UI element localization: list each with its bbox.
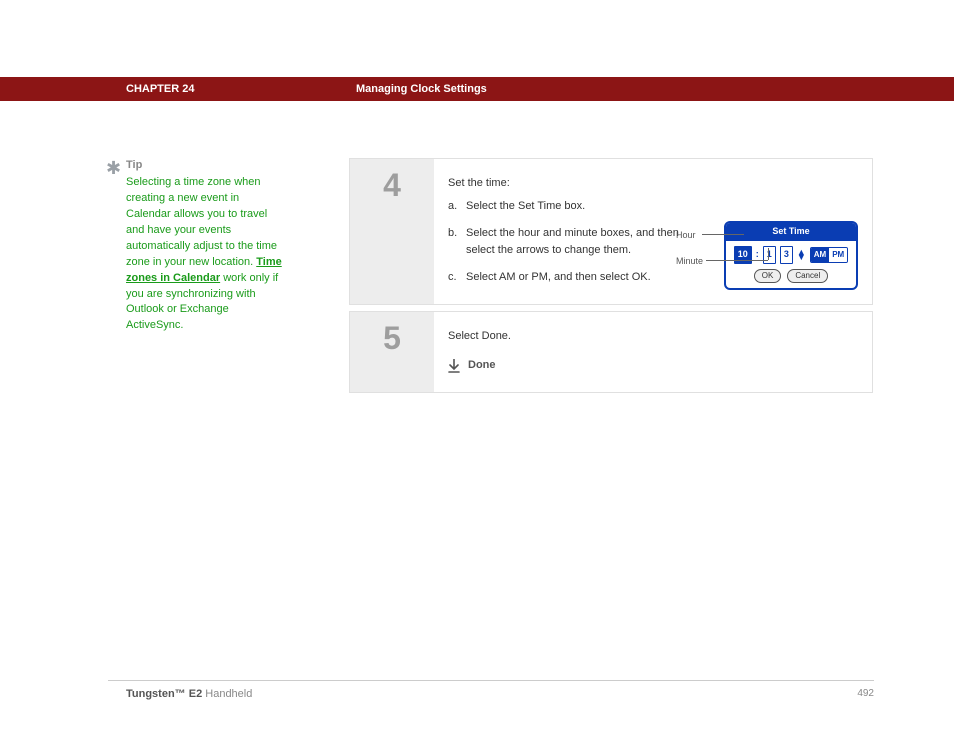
step-number: 4 (383, 167, 401, 204)
substep-c-text: Select AM or PM, and then select OK. (466, 269, 651, 286)
step-5: 5 Select Done. Done (349, 311, 873, 393)
set-time-dialog: Set Time 10 : 1 3 ▲ ▼ AM PM (724, 221, 858, 290)
time-spinner[interactable]: ▲ ▼ (797, 250, 806, 260)
download-arrow-icon (448, 359, 460, 373)
step-5-text: Select Done. (448, 328, 858, 345)
pm-option[interactable]: PM (829, 248, 847, 262)
minute-leader-line-vertical (768, 248, 769, 260)
substep-letter: b. (448, 225, 466, 259)
minute-leader-line (706, 260, 768, 261)
step-4-intro: Set the time: (448, 175, 858, 192)
substep-letter: a. (448, 198, 466, 215)
footer-rule (108, 680, 874, 681)
am-option[interactable]: AM (811, 248, 829, 262)
step-4-body: Set the time: a. Select the Set Time box… (434, 159, 872, 304)
dialog-button-row: OK Cancel (726, 267, 856, 288)
substep-letter: c. (448, 269, 466, 286)
done-row: Done (448, 357, 858, 374)
cancel-button[interactable]: Cancel (787, 269, 828, 283)
am-pm-toggle[interactable]: AM PM (810, 247, 848, 263)
tip-label: Tip (126, 158, 282, 174)
tip-box: ✱ Tip Selecting a time zone when creatin… (108, 158, 282, 334)
tip-text-pre: Selecting a time zone when creating a ne… (126, 176, 277, 268)
done-label: Done (468, 357, 496, 374)
tip-body: Selecting a time zone when creating a ne… (126, 175, 282, 334)
minute-callout-label: Minute (676, 255, 703, 269)
step-number-column: 4 (350, 159, 434, 304)
asterisk-icon: ✱ (106, 155, 121, 181)
chapter-header: CHAPTER 24 Managing Clock Settings (0, 77, 954, 101)
page-number: 492 (857, 688, 874, 699)
substep-a-text: Select the Set Time box. (466, 198, 585, 215)
chapter-title: Managing Clock Settings (356, 83, 487, 95)
dialog-time-row: 10 : 1 3 ▲ ▼ AM PM (726, 241, 856, 267)
substep-a: a. Select the Set Time box. (448, 198, 858, 215)
chapter-number: CHAPTER 24 (126, 83, 194, 95)
step-4: 4 Set the time: a. Select the Set Time b… (349, 158, 873, 305)
footer-product: Tungsten™ E2 Handheld (126, 688, 252, 700)
step-number: 5 (383, 320, 401, 357)
product-suffix: Handheld (202, 688, 252, 700)
substep-b-text: Select the hour and minute boxes, and th… (466, 225, 696, 259)
arrow-down-icon: ▼ (797, 255, 806, 260)
hour-leader-line (702, 234, 744, 235)
product-name: Tungsten™ E2 (126, 688, 202, 700)
minute-ones-box[interactable]: 3 (780, 246, 793, 264)
steps-column: 4 Set the time: a. Select the Set Time b… (349, 158, 873, 399)
hour-callout-label: Hour (676, 229, 696, 243)
step-5-body: Select Done. Done (434, 312, 872, 392)
minute-tens-box[interactable]: 1 (763, 246, 776, 264)
set-time-illustration: Hour Minute Set Time 10 : 1 3 ▲ ▼ (724, 221, 858, 290)
step-number-column: 5 (350, 312, 434, 392)
dialog-title: Set Time (726, 223, 856, 241)
hour-box[interactable]: 10 (734, 246, 752, 264)
ok-button[interactable]: OK (754, 269, 782, 283)
